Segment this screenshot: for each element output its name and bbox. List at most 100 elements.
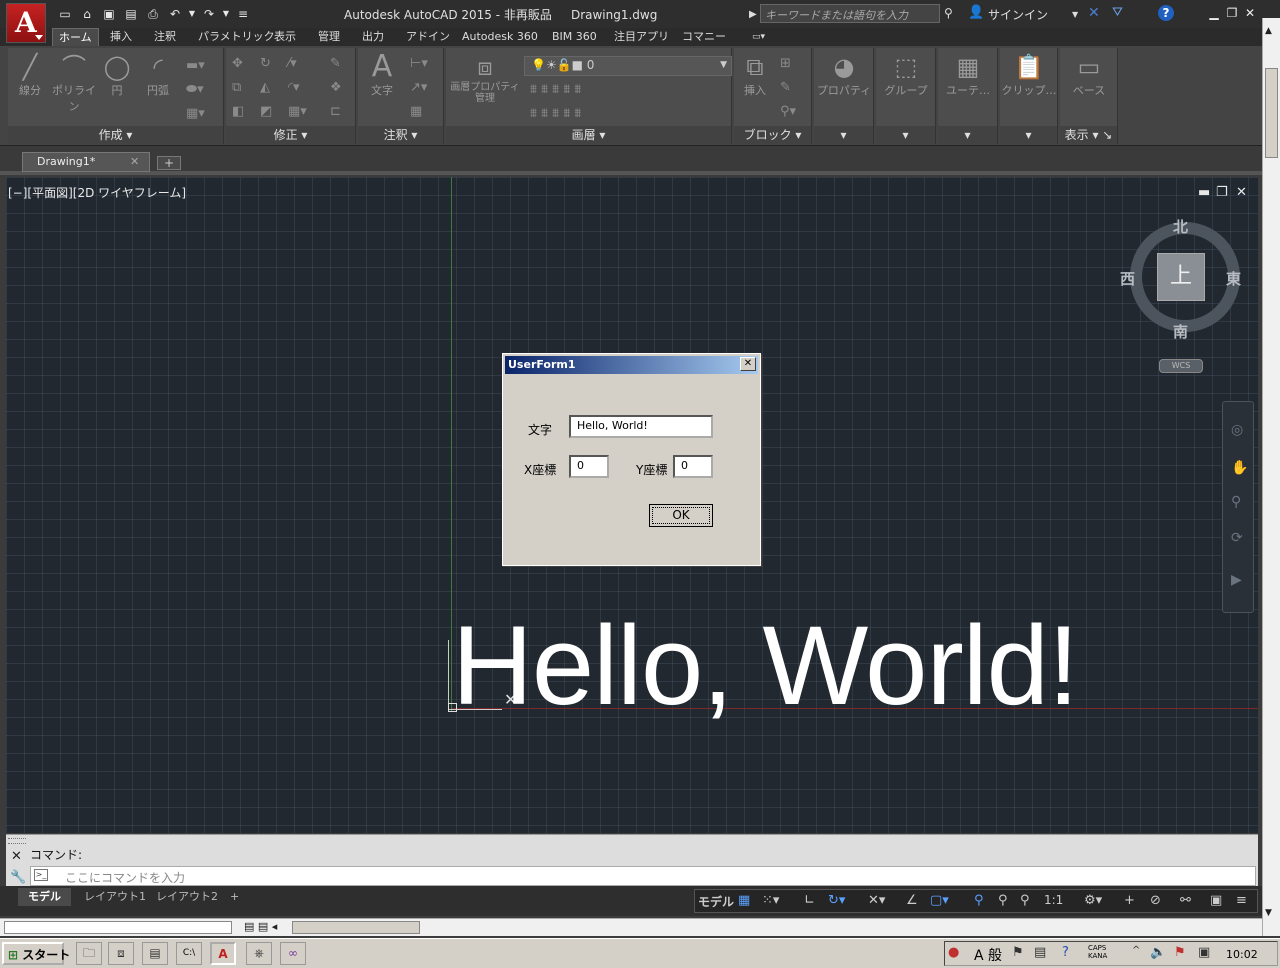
panel-layers-title[interactable]: 画層 ▾	[446, 126, 731, 144]
polar-tracking-icon[interactable]: ↻▾	[828, 893, 845, 908]
open-folder-icon[interactable]: ⌂	[76, 6, 98, 22]
properties-button[interactable]: ◕ プロパティ	[816, 52, 872, 98]
wcs-menu-button[interactable]: WCS	[1159, 359, 1203, 373]
panel-groups-expand[interactable]: ▾	[876, 126, 935, 144]
panel-draw-title[interactable]: 作成 ▾	[8, 126, 223, 144]
ribbon-minimize-icon[interactable]: ▭▾	[746, 28, 771, 46]
mirror-icon[interactable]: ◭	[260, 80, 270, 95]
taskbar-explorer-icon[interactable]: 🗀	[76, 942, 102, 965]
line-tool-button[interactable]: ╱ 線分	[12, 52, 48, 98]
circle-tool-button[interactable]: ◯ 円	[100, 52, 134, 98]
hatch-icon[interactable]: ▦▾	[186, 106, 205, 121]
ime-tool-icon[interactable]: ⚑	[1012, 945, 1024, 960]
vertical-scroll-thumb[interactable]	[1265, 68, 1278, 158]
drawing-text-object[interactable]: Hello, World!	[452, 606, 1079, 726]
tab-home[interactable]: ホーム	[52, 28, 99, 46]
annotation-scale-value[interactable]: 1:1	[1044, 893, 1063, 907]
annotation-visibility-icon[interactable]: ⚲	[974, 893, 984, 908]
utilities-button[interactable]: ▦ ユーテ…	[940, 52, 996, 98]
annotation-monitor-icon[interactable]: +	[1124, 893, 1135, 908]
taskbar-clock[interactable]: 10:02	[1226, 948, 1258, 961]
customization-menu-icon[interactable]: ≡	[1236, 893, 1247, 908]
polyline-tool-button[interactable]: ⌒ ポリライン	[50, 52, 98, 114]
tab-manage[interactable]: 管理	[312, 28, 346, 46]
command-customize-icon[interactable]: 🔧	[10, 870, 26, 885]
move-icon[interactable]: ✥	[232, 56, 243, 71]
dialog-close-icon[interactable]: ✕	[740, 357, 756, 371]
layer-tools-row1-icon[interactable]: ⩩ ⩩ ⩩ ⩩ ⩩	[530, 82, 581, 97]
customize-qat-icon[interactable]: ≡	[232, 6, 254, 22]
base-view-button[interactable]: ▭ ベース	[1061, 52, 1117, 98]
hardware-acceleration-icon[interactable]: ⚯	[1180, 893, 1191, 908]
panel-annotation-title[interactable]: 注釈 ▾	[358, 126, 443, 144]
fillet-icon[interactable]: ◜▾	[288, 80, 300, 95]
tab-comany[interactable]: コマニー	[676, 28, 732, 46]
new-layout-button[interactable]: +	[220, 888, 249, 906]
grid-icon[interactable]: ▦	[738, 893, 750, 908]
stretch-icon[interactable]: ◧	[232, 104, 244, 119]
viewport-controls-label[interactable]: [−][平面図][2D ワイヤフレーム]	[8, 184, 186, 201]
auto-scale-icon[interactable]: ⚲	[998, 893, 1008, 908]
command-input[interactable]: ここにコマンドを入力	[30, 866, 1256, 886]
layer-dropdown[interactable]: 💡☀🔓■ 0 ▼	[524, 56, 732, 76]
isolate-objects-icon[interactable]: ⊘	[1150, 893, 1161, 908]
tab-autodesk-360[interactable]: Autodesk 360	[456, 28, 544, 46]
ime-mode-indicator[interactable]: A 般	[974, 945, 1002, 965]
layer-properties-button[interactable]: ⧈ 画層プロパティ管理	[448, 52, 522, 104]
command-close-icon[interactable]: ✕	[11, 849, 22, 864]
rotate-icon[interactable]: ↻	[260, 56, 271, 71]
ime-pad-icon[interactable]: ▤	[1034, 945, 1046, 960]
taskbar-notepad-icon[interactable]: ▤	[142, 942, 168, 965]
document-tab-close-icon[interactable]: ✕	[130, 155, 139, 168]
search-input[interactable]: キーワードまたは語句を入力	[760, 4, 940, 23]
leader-icon[interactable]: ↗▾	[410, 80, 427, 95]
volume-icon[interactable]: 🔈	[1150, 945, 1166, 960]
scale-icon[interactable]: ◩	[260, 104, 272, 119]
autodesk-360-icon[interactable]: ⛛	[1112, 5, 1123, 20]
panel-properties-expand[interactable]: ▾	[814, 126, 873, 144]
exchange-apps-icon[interactable]: ✕	[1088, 5, 1100, 21]
object-snap-icon[interactable]: ▢▾	[930, 893, 949, 908]
text-tool-button[interactable]: A 文字	[364, 52, 400, 98]
panel-block-title[interactable]: ブロック ▾	[734, 126, 811, 144]
clipboard-button[interactable]: 📋 クリップ…	[1001, 52, 1057, 98]
isodraft-icon[interactable]: ✕▾	[868, 893, 885, 908]
array-icon[interactable]: ▦▾	[288, 104, 307, 119]
ellipse-icon[interactable]: ⬬▾	[186, 82, 204, 97]
trim-icon[interactable]: ⁄▾	[288, 56, 297, 71]
tab-featured-apps[interactable]: 注目アプリ	[608, 28, 675, 46]
tab-view[interactable]: 表示	[268, 28, 302, 46]
workspace-gear-icon[interactable]: ⚙▾	[1084, 893, 1102, 908]
sheet-nav-icons[interactable]: ▤ ▤ ◂	[244, 920, 290, 934]
scroll-down-icon[interactable]: ▼	[1265, 908, 1272, 918]
model-space-toggle[interactable]: モデル	[698, 893, 734, 910]
taskbar-remote-icon[interactable]: ⎈	[246, 942, 272, 965]
layout-tab-model[interactable]: モデル	[18, 888, 71, 906]
compass-south[interactable]: 南	[1173, 321, 1188, 342]
restore-icon[interactable]: ❐	[1224, 5, 1240, 21]
minimize-icon[interactable]: ▁	[1206, 5, 1222, 21]
signin-dropdown-icon[interactable]: ▼	[1072, 10, 1078, 19]
dimension-icon[interactable]: ⊢▾	[410, 56, 428, 71]
sheet-field[interactable]	[4, 921, 232, 934]
taskbar-cmd-icon[interactable]: C:\	[176, 942, 202, 965]
close-window-icon[interactable]: ✕	[1242, 5, 1258, 21]
action-center-icon[interactable]: ⚑	[1174, 945, 1186, 960]
undo-icon[interactable]: ↶	[164, 6, 186, 22]
save-icon[interactable]: ▣	[98, 6, 120, 22]
ok-button[interactable]: OK	[649, 504, 713, 527]
y-coordinate-input[interactable]: 0	[673, 455, 713, 478]
steering-wheel-icon[interactable]: ◎	[1231, 422, 1243, 438]
object-snap-tracking-icon[interactable]: ∠	[906, 893, 918, 908]
horizontal-scroll-thumb[interactable]	[292, 921, 420, 934]
viewport-close-icon[interactable]: ✕	[1236, 185, 1247, 200]
command-grip-icon[interactable]	[8, 838, 26, 844]
erase-icon[interactable]: ✎	[330, 56, 341, 71]
edit-block-icon[interactable]: ✎	[780, 80, 791, 95]
panel-modify-title[interactable]: 修正 ▾	[226, 126, 355, 144]
showmotion-icon[interactable]: ▶	[1231, 572, 1242, 588]
taskbar-app-icon[interactable]: ⧈	[108, 942, 134, 965]
compass-east[interactable]: 東	[1226, 268, 1241, 289]
viewport-minimize-icon[interactable]: ▬	[1198, 185, 1210, 200]
compass-west[interactable]: 西	[1120, 268, 1135, 289]
